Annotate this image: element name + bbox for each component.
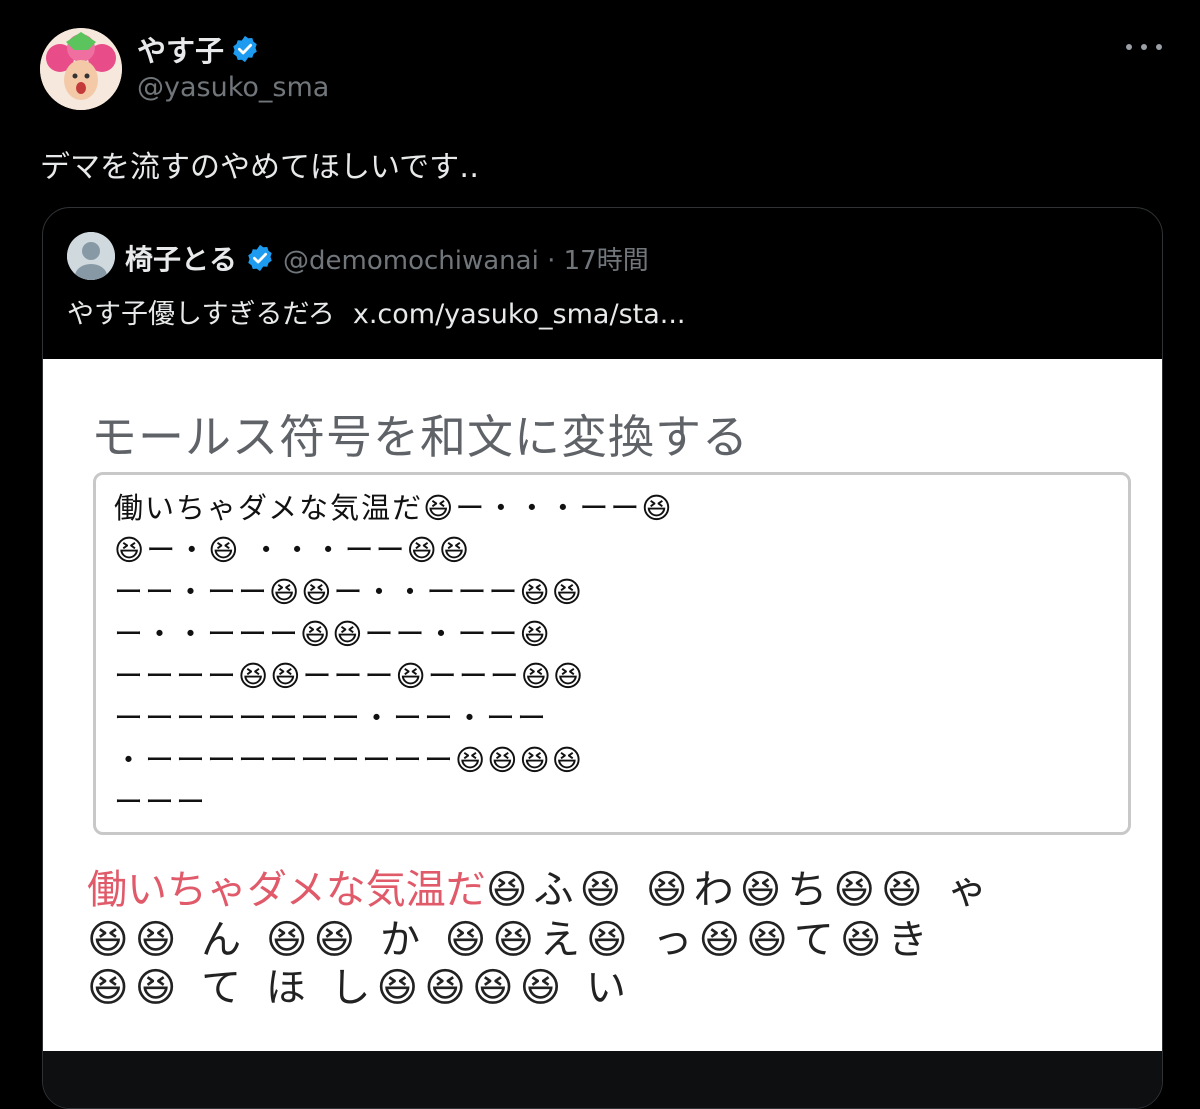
- tweet-text: デマを流すのやめてほしいです‥: [40, 150, 480, 185]
- morse-line: ・ーーーーーーーーーー😆😆😆😆: [114, 743, 584, 777]
- user-handle[interactable]: @yasuko_sma: [137, 72, 329, 103]
- more-options-icon[interactable]: [1126, 32, 1162, 62]
- quoted-tweet-body: やす子優しすぎるだろ: [67, 299, 335, 330]
- morse-line: 😆ー・😆 ・・・ーー😆😆: [114, 533, 472, 567]
- morse-input-box: 働いちゃダメな気温だ😆ー・・・ーー😆 😆ー・😆 ・・・ーー😆😆 ーー・ーー😆😆ー…: [93, 472, 1131, 835]
- quoted-tweet-link[interactable]: x.com/yasuko_sma/sta...: [353, 299, 686, 330]
- verified-badge-icon: [233, 35, 257, 63]
- display-name-text: やす子: [137, 34, 225, 68]
- morse-line: ーーー: [114, 785, 208, 819]
- display-name[interactable]: やす子: [137, 28, 260, 70]
- result-line: 😆😆 て ほ し😆😆😆😆 い: [87, 965, 633, 1011]
- embed-title: モールス符号を和文に変換する: [91, 410, 749, 464]
- quoted-user-avatar-icon[interactable]: [67, 232, 115, 280]
- morse-line: ーー・ーー😆😆ー・・ーーー😆😆: [114, 575, 584, 609]
- avatar[interactable]: [40, 28, 122, 110]
- quoted-handle-time: @demomochiwanai · 17時間: [283, 245, 649, 276]
- morse-line: ーーーー😆😆ーーー😆ーーー😆😆: [114, 659, 586, 693]
- avatar-image: [40, 28, 122, 110]
- quoted-tweet-header: 椅子とる @demomochiwanai · 17時間: [125, 238, 649, 278]
- quoted-tweet-card[interactable]: 椅子とる @demomochiwanai · 17時間 やす子優しすぎるだろ x.…: [42, 207, 1163, 1109]
- quoted-display-name[interactable]: 椅子とる: [125, 238, 237, 278]
- embed-footer: [43, 1051, 1162, 1108]
- embedded-screenshot[interactable]: モールス符号を和文に変換する 働いちゃダメな気温だ😆ー・・・ーー😆 😆ー・😆 ・…: [43, 359, 1162, 1051]
- verified-badge-icon: [248, 244, 272, 272]
- morse-line: ーーーーーーーー・ーー・ーー: [114, 701, 549, 735]
- morse-line: 働いちゃダメな気温だ😆ー・・・ーー😆: [114, 491, 674, 525]
- morse-line: ー・・ーーー😆😆ーー・ーー😆: [114, 617, 552, 651]
- quoted-tweet-text: やす子優しすぎるだろ x.com/yasuko_sma/sta...: [67, 292, 686, 331]
